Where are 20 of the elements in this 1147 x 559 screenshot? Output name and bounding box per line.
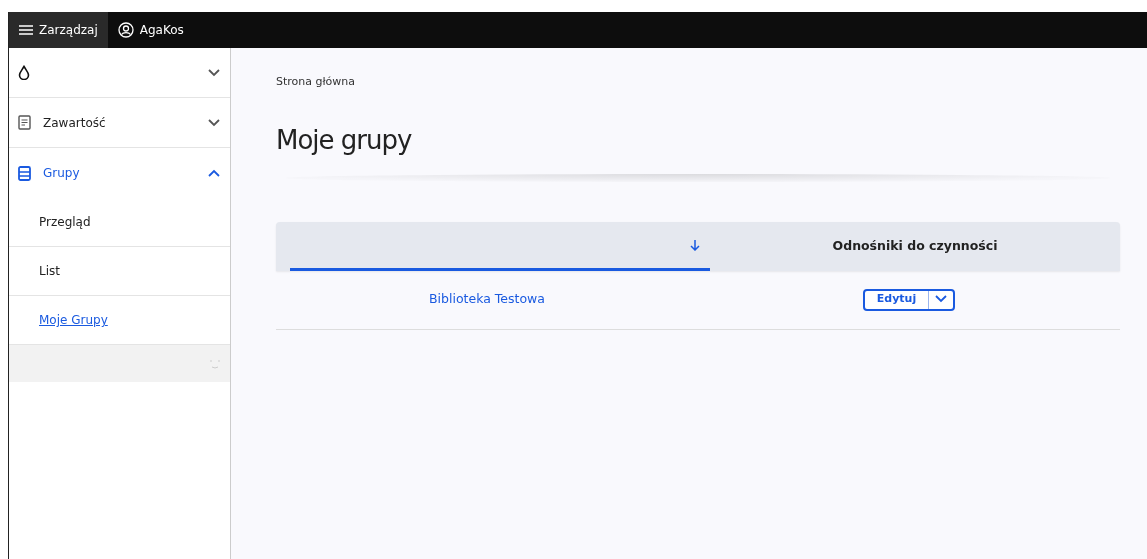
list-icon	[18, 165, 31, 181]
chevron-icon	[208, 118, 220, 127]
menu-button[interactable]: Zarządzaj	[9, 12, 108, 48]
group-link[interactable]: Biblioteka Testowa	[429, 290, 545, 310]
chevron-icon	[208, 68, 220, 77]
chevron-icon	[208, 169, 220, 177]
sidebar-item[interactable]: Zawartość	[9, 98, 230, 148]
drop-icon	[18, 65, 30, 80]
chevron-icon	[935, 295, 948, 304]
document-icon	[18, 115, 31, 130]
sidebar-link[interactable]: Przegląd	[9, 198, 230, 247]
menu-icon	[19, 25, 33, 35]
user-icon	[117, 22, 134, 38]
sidebar-link[interactable]: List	[9, 247, 230, 296]
user-button[interactable]: AgaKos	[107, 12, 194, 48]
page-title: Moje grupy	[276, 124, 413, 156]
sidebar-item[interactable]: Grupy	[9, 148, 230, 198]
sort-arrow-icon	[690, 238, 700, 251]
breadcrumb-link[interactable]: Strona główna	[276, 74, 356, 91]
resize-handle-icon	[210, 358, 220, 369]
